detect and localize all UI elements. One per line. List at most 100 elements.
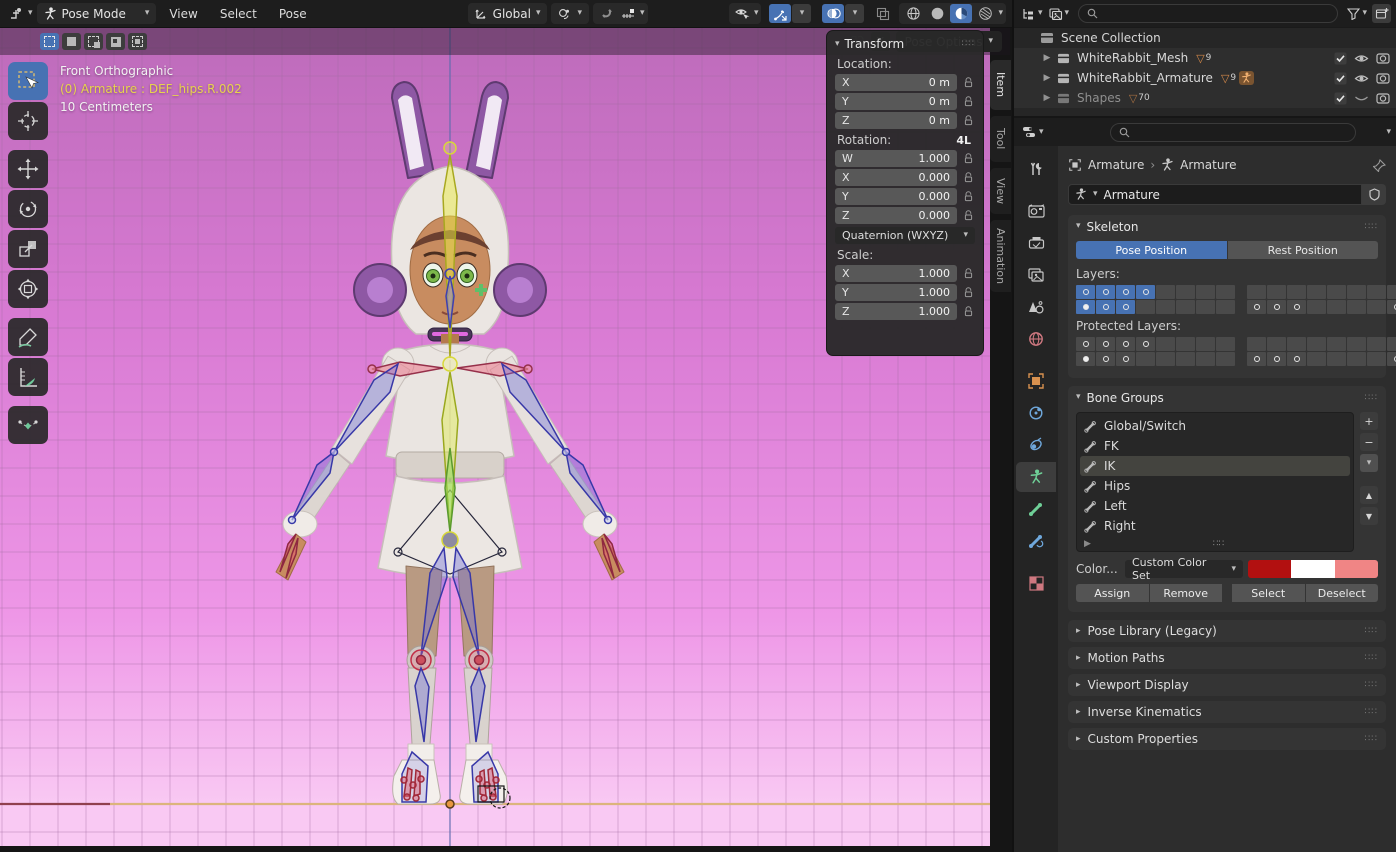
checkbox-icon[interactable] (1334, 72, 1347, 85)
editor-type-button[interactable]: ▾ (6, 4, 33, 24)
menu-view[interactable]: View (160, 3, 206, 24)
armature-layer-toggle[interactable] (1156, 352, 1175, 366)
outliner-row-mesh[interactable]: ▶ WhiteRabbit_Mesh ▽9 (1014, 48, 1396, 68)
armature-layer-toggle[interactable] (1156, 285, 1175, 299)
armature-layer-toggle[interactable] (1267, 352, 1286, 366)
panel-collapse-icon[interactable]: ▾ (1076, 222, 1081, 231)
select-mode-difference-icon[interactable] (106, 33, 125, 50)
outliner-display-mode-button[interactable]: ▾ (1048, 7, 1070, 21)
expand-caret-icon[interactable]: ▶ (1040, 93, 1054, 103)
tab-object-constraints-icon[interactable] (1018, 430, 1054, 460)
armature-layer-toggle[interactable] (1176, 285, 1195, 299)
expand-caret-icon[interactable]: ▶ (1040, 53, 1054, 63)
tab-scene-icon[interactable] (1018, 292, 1054, 322)
list-expand-caret-icon[interactable]: ▶ (1084, 539, 1091, 549)
armature-layer-toggle[interactable] (1196, 300, 1215, 314)
menu-pose[interactable]: Pose (270, 3, 316, 24)
snap-magnet-icon[interactable] (596, 4, 616, 24)
lock-icon[interactable] (962, 171, 975, 184)
rotation-lock-badge[interactable]: 4L (956, 134, 971, 147)
armature-layer-toggle[interactable] (1096, 352, 1115, 366)
armature-layer-toggle[interactable] (1096, 300, 1115, 314)
mode-dropdown[interactable]: Pose Mode ▾ (37, 3, 157, 24)
tool-pose-breakdowner[interactable] (8, 406, 48, 444)
armature-layer-toggle[interactable] (1156, 300, 1175, 314)
armature-layer-toggle[interactable] (1267, 285, 1286, 299)
pin-icon[interactable] (1373, 159, 1386, 172)
panel-grip-icon[interactable]: ∷∷ (1365, 393, 1378, 403)
armature-layer-toggle[interactable] (1076, 337, 1095, 351)
armature-layer-toggle[interactable] (1347, 285, 1366, 299)
remove-button[interactable]: Remove (1150, 584, 1223, 602)
lock-icon[interactable] (962, 76, 975, 89)
armature-layer-toggle[interactable] (1116, 285, 1135, 299)
shading-material-icon[interactable] (950, 4, 972, 23)
move-group-up-button[interactable]: ▲ (1360, 486, 1378, 504)
armature-layer-toggle[interactable] (1116, 337, 1135, 351)
armature-layer-toggle[interactable] (1307, 285, 1326, 299)
select-button[interactable]: Select (1232, 584, 1305, 602)
location-y-field[interactable]: Y0 m (835, 93, 957, 110)
bone-group-item[interactable]: Global/Switch (1077, 416, 1353, 436)
tab-view-layer-icon[interactable] (1018, 260, 1054, 290)
armature-layer-toggle[interactable] (1327, 285, 1346, 299)
tab-bone-icon[interactable] (1018, 494, 1054, 524)
armature-layer-toggle[interactable] (1347, 337, 1366, 351)
lock-icon[interactable] (962, 95, 975, 108)
viewport-display-panel[interactable]: ▸ Viewport Display ∷∷ (1068, 674, 1386, 696)
armature-layer-toggle[interactable] (1116, 352, 1135, 366)
checkbox-icon[interactable] (1334, 92, 1347, 105)
armature-layer-toggle[interactable] (1076, 300, 1095, 314)
lock-icon[interactable] (962, 305, 975, 318)
armature-layer-toggle[interactable] (1216, 285, 1235, 299)
armature-layer-toggle[interactable] (1327, 300, 1346, 314)
tool-transform[interactable] (8, 270, 48, 308)
checkbox-icon[interactable] (1334, 52, 1347, 65)
tab-animation[interactable]: Animation (990, 220, 1011, 292)
armature-layer-toggle[interactable] (1216, 337, 1235, 351)
camera-render-icon[interactable] (1376, 93, 1390, 104)
tab-physics-icon[interactable] (1018, 398, 1054, 428)
inverse-kinematics-panel[interactable]: ▸ Inverse Kinematics ∷∷ (1068, 701, 1386, 723)
properties-editor-type-button[interactable]: ▾ (1021, 125, 1044, 139)
camera-render-icon[interactable] (1376, 73, 1390, 84)
tool-rotate[interactable] (8, 190, 48, 228)
armature-name-field[interactable]: ▾ Armature (1068, 184, 1362, 205)
armature-layer-toggle[interactable] (1247, 337, 1266, 351)
tab-bone-constraints-icon[interactable] (1018, 526, 1054, 556)
eye-icon[interactable] (1354, 73, 1369, 84)
tab-object-data-icon[interactable] (1016, 462, 1056, 492)
armature-layer-toggle[interactable] (1307, 337, 1326, 351)
pivot-point-dropdown[interactable]: ▾ (551, 3, 589, 24)
armature-layer-toggle[interactable] (1216, 300, 1235, 314)
armature-layer-toggle[interactable] (1267, 300, 1286, 314)
outliner-row-armature[interactable]: ▶ WhiteRabbit_Armature ▽9 (1014, 68, 1396, 88)
custom-properties-panel[interactable]: ▸ Custom Properties ∷∷ (1068, 728, 1386, 750)
color-swatch-normal[interactable] (1248, 560, 1291, 578)
lock-icon[interactable] (962, 267, 975, 280)
armature-layer-toggle[interactable] (1136, 285, 1155, 299)
rotation-w-field[interactable]: W1.000 (835, 150, 957, 167)
bone-group-item[interactable]: FK (1077, 436, 1353, 456)
panel-collapse-icon[interactable]: ▾ (1076, 393, 1081, 402)
pose-library-panel[interactable]: ▸ Pose Library (Legacy) ∷∷ (1068, 620, 1386, 642)
gizmos-dropdown[interactable]: ▾ (792, 4, 811, 23)
color-set-dropdown[interactable]: Custom Color Set ▾ (1125, 560, 1243, 578)
select-mode-intersect-icon[interactable] (128, 33, 147, 50)
tool-annotate[interactable] (8, 318, 48, 356)
armature-layer-toggle[interactable] (1387, 300, 1396, 314)
bone-group-item[interactable]: Hips (1077, 476, 1353, 496)
armature-layer-toggle[interactable] (1156, 337, 1175, 351)
scale-y-field[interactable]: Y1.000 (835, 284, 957, 301)
armature-layer-toggle[interactable] (1327, 337, 1346, 351)
xray-toggle-icon[interactable] (872, 4, 894, 23)
armature-layer-toggle[interactable] (1307, 352, 1326, 366)
shading-wireframe-icon[interactable] (902, 4, 924, 23)
tab-texture-icon[interactable] (1018, 568, 1054, 598)
breadcrumb-data[interactable]: Armature (1180, 158, 1236, 172)
armature-layer-toggle[interactable] (1116, 300, 1135, 314)
tab-tool[interactable]: Tool (990, 116, 1011, 162)
list-resize-grip-icon[interactable]: ∷∷ (1213, 539, 1224, 549)
armature-layer-toggle[interactable] (1367, 337, 1386, 351)
gizmos-icon[interactable] (769, 4, 791, 23)
